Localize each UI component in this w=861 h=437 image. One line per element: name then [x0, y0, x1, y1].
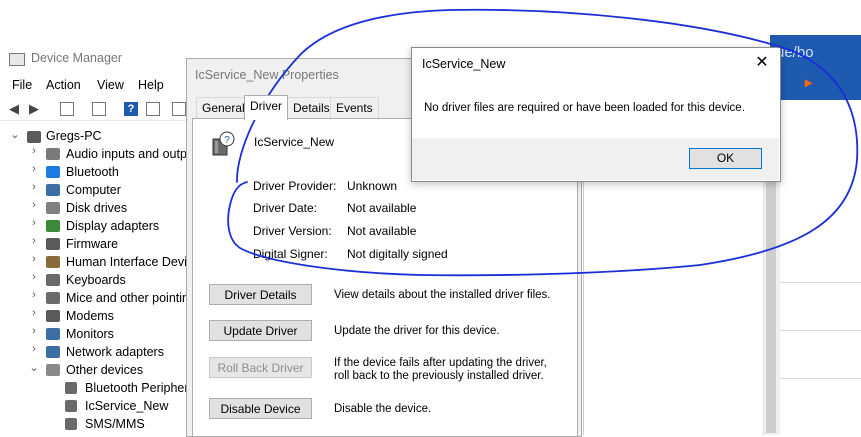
tab-driver[interactable]: Driver: [244, 95, 288, 120]
tab-details[interactable]: Details: [287, 97, 336, 119]
back-arrow-icon[interactable]: ◀: [7, 102, 21, 116]
tree-item-network-adapters[interactable]: Network adapters: [66, 343, 164, 361]
tree-item-display-adapters[interactable]: Display adapters: [66, 217, 159, 235]
roll-back-driver-button[interactable]: Roll Back Driver: [209, 357, 312, 378]
svg-text:?: ?: [224, 135, 230, 146]
disable-device-description: Disable the device.: [334, 403, 432, 415]
tree-item-other-devices[interactable]: Other devices: [66, 361, 143, 379]
firmware-icon: [46, 238, 60, 250]
tree-item-mice[interactable]: Mice and other pointin: [66, 289, 189, 307]
tree-item-bluetooth[interactable]: Bluetooth: [66, 163, 119, 181]
driver-date-label: Driver Date:: [253, 201, 318, 215]
chevron-right-icon[interactable]: ›: [29, 253, 39, 265]
forward-arrow-icon[interactable]: ▶: [27, 102, 41, 116]
monitor-icon[interactable]: [172, 102, 186, 116]
driver-version-value: Not available: [347, 224, 417, 238]
driver-details-description: View details about the installed driver …: [334, 289, 551, 301]
properties-view-icon[interactable]: [60, 102, 74, 116]
background-divider: [780, 330, 861, 331]
device-manager-icon: [9, 53, 25, 66]
tree-item-disk-drives[interactable]: Disk drives: [66, 199, 127, 217]
digital-signer-label: Digital Signer:: [253, 247, 328, 261]
help-icon[interactable]: ?: [124, 102, 138, 116]
computer-icon: [27, 131, 41, 143]
driver-date-value: Not available: [347, 201, 417, 215]
chevron-right-icon[interactable]: ›: [29, 163, 39, 175]
menu-help[interactable]: Help: [138, 78, 164, 92]
chevron-right-icon[interactable]: ›: [29, 235, 39, 247]
update-driver-icon[interactable]: [146, 102, 160, 116]
chevron-right-icon[interactable]: ›: [29, 199, 39, 211]
human-interface-devices-icon: [46, 256, 60, 268]
ok-button[interactable]: OK: [689, 148, 762, 169]
update-driver-button[interactable]: Update Driver: [209, 320, 312, 341]
chevron-right-icon[interactable]: ›: [29, 325, 39, 337]
computer-icon: [46, 184, 60, 196]
device-name: IcService_New: [254, 135, 335, 149]
tree-item-icservice-new[interactable]: IcService_New: [85, 397, 168, 415]
display-adapters-icon: [46, 220, 60, 232]
chevron-right-icon[interactable]: ›: [29, 289, 39, 301]
unknown-device-icon: [65, 400, 77, 412]
scan-hardware-icon[interactable]: [92, 102, 106, 116]
chevron-right-icon[interactable]: ›: [29, 307, 39, 319]
menu-view[interactable]: View: [97, 78, 124, 92]
tab-events[interactable]: Events: [330, 97, 379, 119]
monitors-icon: [46, 328, 60, 340]
tab-general[interactable]: General: [196, 97, 251, 119]
digital-signer-value: Not digitally signed: [347, 247, 448, 261]
message-box-text: No driver files are required or have bee…: [424, 102, 745, 114]
driver-provider-label: Driver Provider:: [253, 179, 337, 193]
mice-icon: [46, 292, 60, 304]
message-box-title: IcService_New: [422, 57, 506, 71]
unknown-device-icon: [65, 382, 77, 394]
unknown-device-icon: [65, 418, 77, 430]
driver-details-button[interactable]: Driver Details: [209, 284, 312, 305]
modems-icon: [46, 310, 60, 322]
chevron-down-icon[interactable]: ⌄: [10, 128, 20, 141]
chevron-right-icon[interactable]: ›: [29, 217, 39, 229]
background-panel-edge: [583, 150, 584, 435]
chevron-right-icon[interactable]: ›: [29, 145, 39, 157]
chevron-down-icon[interactable]: ⌄: [29, 361, 39, 374]
menu-file[interactable]: File: [12, 78, 32, 92]
network-adapters-icon: [46, 346, 60, 358]
other-devices-icon: [46, 364, 60, 376]
tree-item-keyboards[interactable]: Keyboards: [66, 271, 126, 289]
properties-dialog-title: IcService_New Properties: [195, 68, 339, 82]
chevron-right-icon[interactable]: ›: [29, 343, 39, 355]
disk-drives-icon: [46, 202, 60, 214]
chevron-right-icon[interactable]: ›: [29, 181, 39, 193]
audio-inputs-icon: [46, 148, 60, 160]
driver-version-label: Driver Version:: [253, 224, 332, 238]
roll-back-driver-description: If the device fails after updating the d…: [334, 357, 547, 382]
tree-item-modems[interactable]: Modems: [66, 307, 114, 325]
background-orange-icon: ▸: [805, 74, 813, 90]
background-scrollbar-thumb[interactable]: [766, 178, 776, 433]
tree-root[interactable]: Gregs-PC: [46, 127, 102, 145]
keyboards-icon: [46, 274, 60, 286]
background-divider: [780, 282, 861, 283]
background-partial-text: ue/bo: [776, 44, 814, 61]
tree-item-computer[interactable]: Computer: [66, 181, 121, 199]
tree-item-monitors[interactable]: Monitors: [66, 325, 114, 343]
close-icon[interactable]: ✕: [752, 53, 772, 73]
unknown-device-icon: ?: [212, 131, 235, 156]
device-manager-title: Device Manager: [31, 51, 123, 65]
tree-item-firmware[interactable]: Firmware: [66, 235, 118, 253]
bluetooth-icon: [46, 166, 60, 178]
tree-item-audio-inputs[interactable]: Audio inputs and outp: [66, 145, 187, 163]
tree-item-bluetooth-peripheral[interactable]: Bluetooth Periphera: [85, 379, 196, 397]
driver-provider-value: Unknown: [347, 179, 398, 193]
tree-item-sms-mms[interactable]: SMS/MMS: [85, 415, 145, 433]
menu-action[interactable]: Action: [46, 78, 81, 92]
background-divider: [780, 378, 861, 379]
update-driver-description: Update the driver for this device.: [334, 325, 500, 337]
chevron-right-icon[interactable]: ›: [29, 271, 39, 283]
tree-item-human-interface-devices[interactable]: Human Interface Devic: [66, 253, 193, 271]
disable-device-button[interactable]: Disable Device: [209, 398, 312, 419]
